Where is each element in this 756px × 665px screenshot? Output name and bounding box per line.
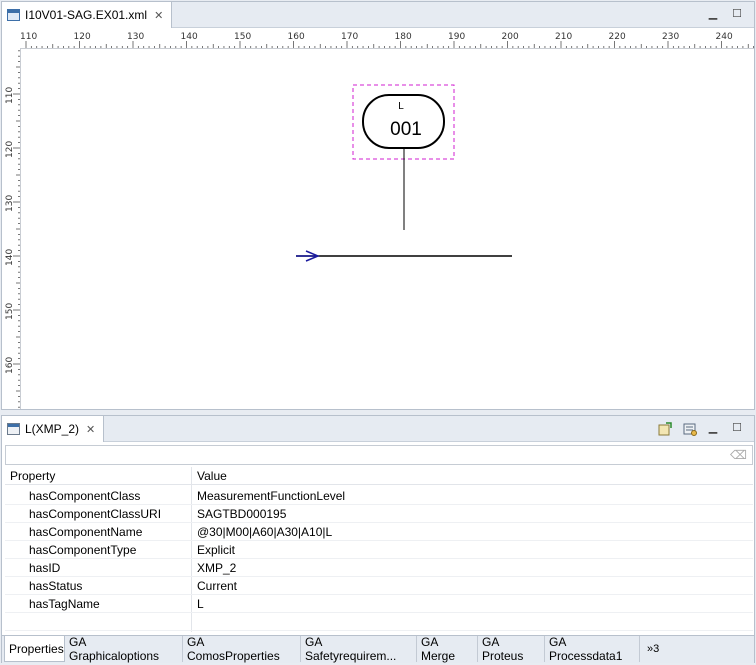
property-value[interactable]: L	[197, 597, 204, 611]
property-name: hasComponentClass	[29, 489, 141, 503]
ruler-label: 220	[609, 32, 626, 42]
table-row[interactable]: hasComponentClassURI SAGTBD000195	[5, 505, 753, 523]
property-value[interactable]: XMP_2	[197, 561, 236, 575]
view-tab[interactable]: GA Processdata1	[545, 635, 640, 663]
properties-tab-bar: L(XMP_2) ✕ ▁ ☐	[2, 416, 754, 442]
editor-tab-bar: I10V01-SAG.EX01.xml ✕ ▁ ☐	[2, 2, 754, 28]
ruler-label: 110	[20, 32, 37, 42]
ruler-label: 230	[662, 32, 679, 42]
properties-table: Property Value hasComponentClass Measurem…	[5, 467, 753, 632]
table-row[interactable]: hasStatus Current	[5, 577, 753, 595]
close-icon[interactable]: ✕	[154, 9, 163, 22]
view-tab[interactable]: GA Graphicaloptions	[65, 635, 183, 663]
property-name: hasComponentClassURI	[29, 507, 162, 521]
property-value[interactable]: @30|M00|A60|A30|A10|L	[197, 525, 332, 539]
horizontal-ruler-ticks: 110 120 130 140 150 160 170 180 190 200 210 220 230 2…	[20, 32, 754, 48]
filter-input[interactable]: ⌫	[5, 445, 753, 465]
property-name: hasTagName	[29, 597, 100, 611]
row-divider	[5, 612, 753, 613]
horizontal-ruler: 110 120 130 140 150 160 170 180 190 200 210 220 230 2…	[20, 29, 754, 49]
diagram-svg: L 001	[296, 84, 512, 262]
table-row[interactable]: hasID XMP_2	[5, 559, 753, 577]
ruler-label: 120	[5, 141, 15, 158]
maximize-icon[interactable]: ☐	[730, 421, 744, 435]
ruler-label: 130	[5, 195, 15, 212]
ruler-label: 130	[127, 32, 144, 42]
flow-arrow-icon	[296, 250, 320, 262]
categories-icon[interactable]	[683, 422, 697, 436]
property-value[interactable]: SAGTBD000195	[197, 507, 286, 521]
table-row[interactable]: hasComponentType Explicit	[5, 541, 753, 559]
ruler-label: 180	[395, 32, 412, 42]
property-name: hasComponentType	[29, 543, 137, 557]
vertical-ruler: 110 120 130 140 150 160	[3, 49, 21, 409]
view-tab[interactable]: GA Merge	[417, 635, 478, 663]
table-icon	[7, 423, 20, 435]
view-tab-bar: Properties GA Graphicaloptions GA ComosPro…	[2, 635, 754, 663]
more-views-button[interactable]: »3	[643, 636, 673, 662]
ruler-label: 210	[555, 32, 572, 42]
diagram-editor: I10V01-SAG.EX01.xml ✕ ▁ ☐ 110 120 130 140 15…	[1, 1, 755, 410]
property-name: hasStatus	[29, 579, 83, 593]
pin-to-selection-icon[interactable]	[658, 422, 672, 436]
view-tab[interactable]: Properties	[4, 636, 65, 662]
ruler-label: 150	[5, 303, 15, 320]
property-column-header[interactable]: Property	[10, 469, 55, 483]
instrument-number: 001	[390, 119, 422, 140]
ruler-label: 240	[716, 32, 733, 42]
table-row[interactable]: hasTagName L	[5, 595, 753, 613]
view-tab[interactable]: GA Proteus	[478, 635, 545, 663]
table-header: Property Value	[5, 467, 753, 485]
ruler-corner	[3, 29, 20, 49]
xml-file-icon	[7, 9, 20, 21]
ruler-label: 150	[234, 32, 251, 42]
minimize-icon[interactable]: ▁	[706, 7, 720, 21]
maximize-icon[interactable]: ☐	[730, 7, 744, 21]
property-value[interactable]: Explicit	[197, 543, 235, 557]
close-icon[interactable]: ✕	[86, 423, 95, 436]
ruler-label: 170	[341, 32, 358, 42]
ruler-label: 190	[448, 32, 465, 42]
ruler-label: 140	[5, 249, 15, 266]
clear-filter-icon[interactable]: ⌫	[730, 448, 747, 462]
ruler-label: 160	[288, 32, 305, 42]
editor-tab[interactable]: I10V01-SAG.EX01.xml ✕	[2, 2, 173, 28]
properties-tab-title: L(XMP_2)	[25, 422, 80, 436]
ruler-label: 140	[181, 32, 198, 42]
properties-view: L(XMP_2) ✕ ▁ ☐ ⌫ Property Value hasCompo…	[1, 415, 755, 663]
view-tab[interactable]: GA ComosProperties	[183, 635, 301, 663]
table-row[interactable]: hasComponentClass MeasurementFunctionLeve…	[5, 487, 753, 505]
ruler-label: 120	[74, 32, 91, 42]
value-column-header[interactable]: Value	[197, 469, 227, 483]
property-value[interactable]: Current	[197, 579, 237, 593]
table-row[interactable]: hasComponentName @30|M00|A60|A30|A10|L	[5, 523, 753, 541]
view-tab[interactable]: GA Safetyrequirem...	[301, 635, 417, 663]
ruler-label: 160	[5, 357, 15, 374]
row-divider	[5, 630, 753, 631]
minimize-icon[interactable]: ▁	[706, 421, 720, 435]
property-value[interactable]: MeasurementFunctionLevel	[197, 489, 345, 503]
property-name: hasID	[29, 561, 61, 575]
ruler-label: 110	[5, 87, 15, 104]
properties-tab[interactable]: L(XMP_2) ✕	[2, 416, 105, 442]
vertical-ruler-ticks: 110 120 130 140 150 160	[5, 50, 20, 408]
ruler-label: 200	[502, 32, 519, 42]
instrument-function-letter: L	[398, 101, 404, 112]
editor-tab-title: I10V01-SAG.EX01.xml	[25, 8, 148, 22]
drawing-canvas[interactable]: L 001	[21, 50, 754, 409]
property-name: hasComponentName	[29, 525, 143, 539]
